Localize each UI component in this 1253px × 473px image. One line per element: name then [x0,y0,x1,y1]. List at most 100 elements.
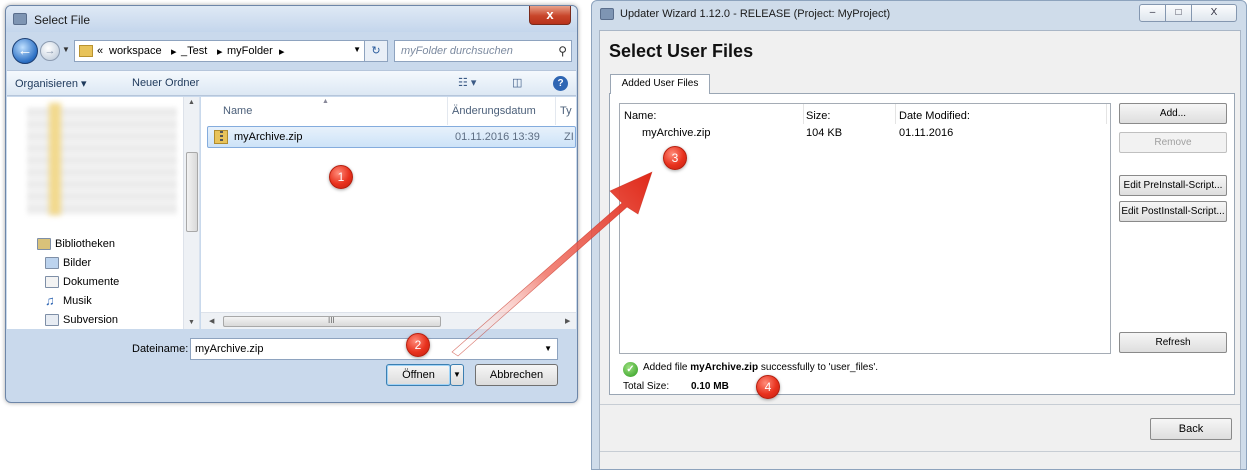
column-header-date[interactable]: Änderungsdatum [452,105,536,117]
status-filename: myArchive.zip [690,362,759,373]
success-check-icon: ✓ [623,362,638,377]
column-header-name[interactable]: Name [223,105,252,117]
total-size-value: 0.10 MB [691,381,729,392]
address-bar[interactable]: « workspace ▸ _Test ▸ myFolder ▸ ▼ [74,40,366,62]
scroll-up-icon[interactable]: ▲ [188,99,195,106]
breadcrumb-overflow[interactable]: « [97,45,103,57]
preview-pane-icon[interactable]: ◫ [512,76,522,89]
close-button[interactable]: X [1191,4,1237,22]
filename-label: Dateiname: [132,343,189,355]
edit-preinstall-script-button[interactable]: Edit PreInstall-Script... [1119,175,1227,196]
search-placeholder: myFolder durchsuchen [401,45,513,57]
documents-icon [45,276,59,288]
close-button[interactable]: x [529,6,571,25]
status-message: Added file myArchive.zip successfully to… [643,362,878,373]
divider [600,404,1240,405]
breadcrumb-separator[interactable]: ▸ [217,45,223,58]
sort-indicator-icon: ▲ [322,98,329,105]
scroll-down-icon[interactable]: ▼ [188,319,195,326]
breadcrumb-workspace[interactable]: workspace [109,45,162,57]
dialog-title: Select File [34,13,91,27]
tab-added-user-files[interactable]: Added User Files [610,74,710,94]
add-button[interactable]: Add... [1119,103,1227,124]
horizontal-scroll-thumb[interactable]: III [223,316,441,327]
forward-button[interactable]: → [40,41,60,61]
zip-folder-icon [214,130,228,144]
list-item-size: 104 KB [806,127,843,139]
address-dropdown-icon[interactable]: ▼ [353,45,361,54]
file-date: 01.11.2016 13:39 [455,131,540,143]
breadcrumb-test[interactable]: _Test [181,45,207,57]
new-folder-button[interactable]: Neuer Ordner [132,77,199,89]
maximize-button[interactable]: □ [1165,4,1192,22]
annotation-badge-3: 3 [663,146,687,170]
app-icon [600,8,614,20]
column-divider[interactable] [1106,104,1107,124]
window-title: Updater Wizard 1.12.0 - RELEASE (Project… [620,8,891,20]
tree-item-music[interactable]: Musik [63,295,92,307]
title-bar[interactable]: Select File x [6,6,577,32]
annotation-badge-4: 4 [756,375,780,399]
back-button[interactable]: ← [12,38,38,64]
tree-item-pictures[interactable]: Bilder [63,257,91,269]
scroll-thumb[interactable] [186,152,198,232]
file-row-selected[interactable]: myArchive.zip 01.11.2016 13:39 ZI [207,126,576,148]
organize-menu[interactable]: Organisieren ▾ [15,77,87,90]
column-header-size[interactable]: Size: [806,110,830,122]
select-file-dialog: Select File x ← → ▼ « workspace ▸ _Test … [5,5,578,403]
breadcrumb-separator[interactable]: ▸ [279,45,285,58]
tree-item-subversion[interactable]: Subversion [63,314,118,326]
open-button[interactable]: Öffnen [386,364,451,386]
recent-pages-dropdown-icon[interactable]: ▼ [62,45,70,54]
breadcrumb-separator[interactable]: ▸ [171,45,177,58]
column-header-date-modified[interactable]: Date Modified: [899,110,970,122]
refresh-button[interactable]: Refresh [1119,332,1227,353]
search-icon[interactable]: ⚲ [558,44,567,58]
user-files-list[interactable]: Name: Size: Date Modified: myArchive.zip… [619,103,1111,354]
open-options-dropdown-icon[interactable]: ▼ [450,364,464,386]
annotation-badge-1: 1 [329,165,353,189]
list-item-name[interactable]: myArchive.zip [642,127,710,139]
navigation-bar: ← → ▼ « workspace ▸ _Test ▸ myFolder ▸ ▼… [12,38,572,64]
navigation-pane: ▲ ▼ Bibliotheken Bilder Dokumente ♫ Musi… [7,97,200,329]
wizard-body: Select User Files Added User Files Name:… [599,30,1241,469]
column-header-type[interactable]: Ty [560,105,572,117]
music-icon: ♫ [45,293,55,308]
breadcrumb-myfolder[interactable]: myFolder [227,45,273,57]
edit-postinstall-script-button[interactable]: Edit PostInstall-Script... [1119,201,1227,222]
scroll-grip: III [328,316,335,325]
folder-icon [79,45,93,57]
column-divider[interactable] [803,104,804,124]
view-options-icon[interactable]: ☷ ▾ [458,76,476,89]
scroll-right-icon[interactable]: ▶ [565,317,570,325]
search-input[interactable]: myFolder durchsuchen ⚲ [394,40,572,62]
divider [600,451,1240,452]
blurred-folder-icons [49,103,61,215]
column-divider[interactable] [895,104,896,124]
libraries-icon [37,238,51,250]
filename-input[interactable]: myArchive.zip ▼ [190,338,558,360]
horizontal-scrollbar[interactable]: ◀ III ▶ [201,312,576,329]
status-prefix: Added file [643,362,688,373]
tree-item-libraries[interactable]: Bibliotheken [55,238,115,250]
remove-button[interactable]: Remove [1119,132,1227,153]
pictures-icon [45,257,59,269]
column-divider[interactable] [447,97,448,125]
refresh-icon[interactable]: ↻ [364,40,388,62]
tab-panel: Name: Size: Date Modified: myArchive.zip… [609,93,1235,395]
column-header-name[interactable]: Name: [624,110,656,122]
annotation-badge-2: 2 [406,333,430,357]
scroll-left-icon[interactable]: ◀ [209,317,214,325]
cancel-button[interactable]: Abbrechen [475,364,558,386]
back-button[interactable]: Back [1150,418,1232,440]
subversion-icon [45,314,59,326]
updater-wizard-window: Updater Wizard 1.12.0 - RELEASE (Project… [591,0,1247,470]
list-item-date: 01.11.2016 [899,127,954,139]
navigation-scrollbar[interactable]: ▲ ▼ [183,97,199,329]
minimize-button[interactable]: – [1139,4,1166,22]
column-divider[interactable] [555,97,556,125]
status-suffix: successfully to 'user_files'. [760,362,879,373]
tree-item-documents[interactable]: Dokumente [63,276,119,288]
help-icon[interactable]: ? [553,76,568,91]
filename-dropdown-icon[interactable]: ▼ [544,344,552,353]
